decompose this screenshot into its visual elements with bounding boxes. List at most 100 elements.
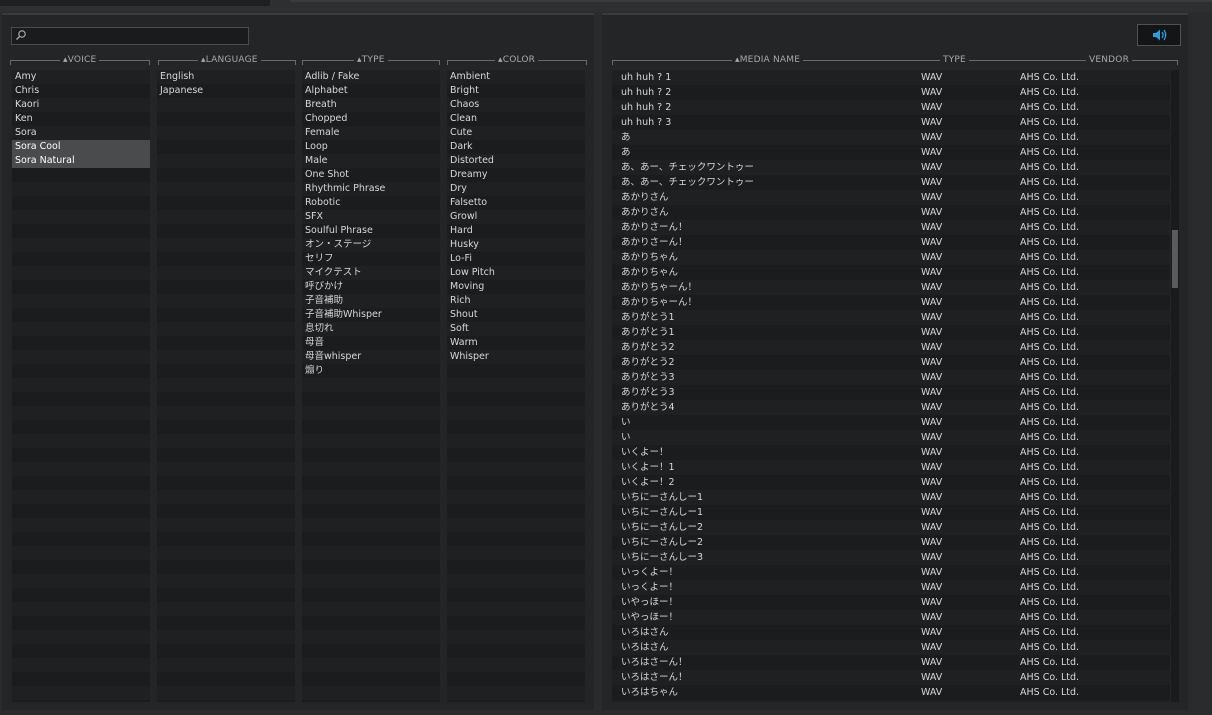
media-row[interactable]: いろはちゃん WAV AHS Co. Ltd. <box>612 685 1170 700</box>
voice-item[interactable]: Ken <box>12 112 150 126</box>
media-row[interactable]: いくよー！1 WAV AHS Co. Ltd. <box>612 460 1170 475</box>
media-row[interactable]: いやっほー！ WAV AHS Co. Ltd. <box>612 595 1170 610</box>
search-input[interactable] <box>11 27 249 45</box>
type-item[interactable]: Loop <box>302 140 440 154</box>
media-row[interactable]: いやっほー！ WAV AHS Co. Ltd. <box>612 610 1170 625</box>
media-row[interactable]: uh huh ? 2 WAV AHS Co. Ltd. <box>612 85 1170 100</box>
color-item[interactable]: Rich <box>447 294 585 308</box>
media-row[interactable]: いろはさーん！ WAV AHS Co. Ltd. <box>612 670 1170 685</box>
language-item[interactable]: English <box>157 70 295 84</box>
media-row[interactable]: いろはさん WAV AHS Co. Ltd. <box>612 640 1170 655</box>
scrollbar-thumb[interactable] <box>1172 230 1178 288</box>
color-item[interactable]: Dreamy <box>447 168 585 182</box>
media-row[interactable]: ありがとう2 WAV AHS Co. Ltd. <box>612 355 1170 370</box>
media-row[interactable]: あかりさん WAV AHS Co. Ltd. <box>612 190 1170 205</box>
media-row[interactable]: いくよー！ WAV AHS Co. Ltd. <box>612 445 1170 460</box>
media-row[interactable]: あかりさーん！ WAV AHS Co. Ltd. <box>612 220 1170 235</box>
type-item[interactable]: 母音 <box>302 336 440 350</box>
preview-sound-button[interactable] <box>1137 24 1181 46</box>
media-row[interactable]: ありがとう1 WAV AHS Co. Ltd. <box>612 310 1170 325</box>
media-row[interactable]: あ WAV AHS Co. Ltd. <box>612 130 1170 145</box>
media-row[interactable]: あ WAV AHS Co. Ltd. <box>612 145 1170 160</box>
media-scrollbar[interactable] <box>1171 70 1179 702</box>
type-item[interactable]: Soulful Phrase <box>302 224 440 238</box>
type-item[interactable]: 煽り <box>302 364 440 378</box>
column-header-vendor[interactable]: VENDOR <box>1086 55 1133 65</box>
color-item[interactable]: Shout <box>447 308 585 322</box>
media-row[interactable]: いくよー！2 WAV AHS Co. Ltd. <box>612 475 1170 490</box>
type-item[interactable]: Alphabet <box>302 84 440 98</box>
color-item[interactable]: Bright <box>447 84 585 98</box>
color-item[interactable]: Ambient <box>447 70 585 84</box>
media-row[interactable]: あかりちゃーん！ WAV AHS Co. Ltd. <box>612 280 1170 295</box>
color-item[interactable]: Distorted <box>447 154 585 168</box>
media-row[interactable]: い WAV AHS Co. Ltd. <box>612 430 1170 445</box>
color-item[interactable]: Hard <box>447 224 585 238</box>
type-item[interactable]: マイクテスト <box>302 266 440 280</box>
media-row[interactable]: あかりちゃーん！ WAV AHS Co. Ltd. <box>612 295 1170 310</box>
type-item[interactable]: Chopped <box>302 112 440 126</box>
media-row[interactable]: い WAV AHS Co. Ltd. <box>612 415 1170 430</box>
media-row[interactable]: uh huh ? 1 WAV AHS Co. Ltd. <box>612 70 1170 85</box>
color-item[interactable]: Soft <box>447 322 585 336</box>
color-item[interactable]: Clean <box>447 112 585 126</box>
media-row[interactable]: いちにーさんしー3 WAV AHS Co. Ltd. <box>612 550 1170 565</box>
media-row[interactable]: いろはさん WAV AHS Co. Ltd. <box>612 625 1170 640</box>
type-item[interactable]: セリフ <box>302 252 440 266</box>
media-row[interactable]: ありがとう4 WAV AHS Co. Ltd. <box>612 400 1170 415</box>
voice-item[interactable]: Amy <box>12 70 150 84</box>
color-item[interactable]: Falsetto <box>447 196 585 210</box>
voice-item[interactable]: Kaori <box>12 98 150 112</box>
media-row[interactable]: ありがとう3 WAV AHS Co. Ltd. <box>612 370 1170 385</box>
media-row[interactable]: ありがとう1 WAV AHS Co. Ltd. <box>612 325 1170 340</box>
media-row[interactable]: uh huh ? 3 WAV AHS Co. Ltd. <box>612 115 1170 130</box>
type-item[interactable]: 子音補助 <box>302 294 440 308</box>
media-row[interactable]: あかりちゃん WAV AHS Co. Ltd. <box>612 265 1170 280</box>
type-item[interactable]: SFX <box>302 210 440 224</box>
color-item[interactable]: Growl <box>447 210 585 224</box>
type-item[interactable]: 母音whisper <box>302 350 440 364</box>
column-header-type[interactable]: ▴TYPE <box>302 55 440 67</box>
voice-item[interactable]: Sora Natural <box>12 154 150 168</box>
type-item[interactable]: 子音補助Whisper <box>302 308 440 322</box>
media-row[interactable]: いっくよー！ WAV AHS Co. Ltd. <box>612 580 1170 595</box>
type-item[interactable]: 息切れ <box>302 322 440 336</box>
type-item[interactable]: Female <box>302 126 440 140</box>
color-item[interactable]: Dark <box>447 140 585 154</box>
color-item[interactable]: Cute <box>447 126 585 140</box>
media-row[interactable]: あかりさん WAV AHS Co. Ltd. <box>612 205 1170 220</box>
media-row[interactable]: いちにーさんしー2 WAV AHS Co. Ltd. <box>612 535 1170 550</box>
color-item[interactable]: Husky <box>447 238 585 252</box>
media-row[interactable]: ありがとう2 WAV AHS Co. Ltd. <box>612 340 1170 355</box>
voice-item[interactable]: Chris <box>12 84 150 98</box>
type-item[interactable]: 呼びかけ <box>302 280 440 294</box>
column-header-color[interactable]: ▴COLOR <box>447 55 587 67</box>
color-item[interactable]: Lo-Fi <box>447 252 585 266</box>
media-row[interactable]: いちにーさんしー2 WAV AHS Co. Ltd. <box>612 520 1170 535</box>
media-row[interactable]: uh huh ? 2 WAV AHS Co. Ltd. <box>612 100 1170 115</box>
media-row[interactable]: いちにーさんしー1 WAV AHS Co. Ltd. <box>612 505 1170 520</box>
color-item[interactable]: Dry <box>447 182 585 196</box>
type-item[interactable]: オン・ステージ <box>302 238 440 252</box>
color-item[interactable]: Low Pitch <box>447 266 585 280</box>
media-row[interactable]: あ、あー、チェックワントゥー WAV AHS Co. Ltd. <box>612 175 1170 190</box>
type-item[interactable]: Breath <box>302 98 440 112</box>
column-header-language[interactable]: ▴LANGUAGE <box>158 55 296 67</box>
voice-item[interactable]: Sora Cool <box>12 140 150 154</box>
type-item[interactable]: One Shot <box>302 168 440 182</box>
media-row[interactable]: あかりさーん！ WAV AHS Co. Ltd. <box>612 235 1170 250</box>
type-item[interactable]: Male <box>302 154 440 168</box>
language-item[interactable]: Japanese <box>157 84 295 98</box>
media-row[interactable]: いろはさーん！ WAV AHS Co. Ltd. <box>612 655 1170 670</box>
color-item[interactable]: Whisper <box>447 350 585 364</box>
media-row[interactable]: いちにーさんしー1 WAV AHS Co. Ltd. <box>612 490 1170 505</box>
type-item[interactable]: Robotic <box>302 196 440 210</box>
media-row[interactable]: ありがとう3 WAV AHS Co. Ltd. <box>612 385 1170 400</box>
color-item[interactable]: Chaos <box>447 98 585 112</box>
column-header-media-name[interactable]: ▴MEDIA NAME <box>732 55 804 65</box>
media-row[interactable]: あかりちゃん WAV AHS Co. Ltd. <box>612 250 1170 265</box>
media-row[interactable]: いっくよー！ WAV AHS Co. Ltd. <box>612 565 1170 580</box>
column-header-voice[interactable]: ▴VOICE <box>10 55 150 67</box>
color-item[interactable]: Warm <box>447 336 585 350</box>
column-header-media-type[interactable]: TYPE <box>940 55 969 65</box>
